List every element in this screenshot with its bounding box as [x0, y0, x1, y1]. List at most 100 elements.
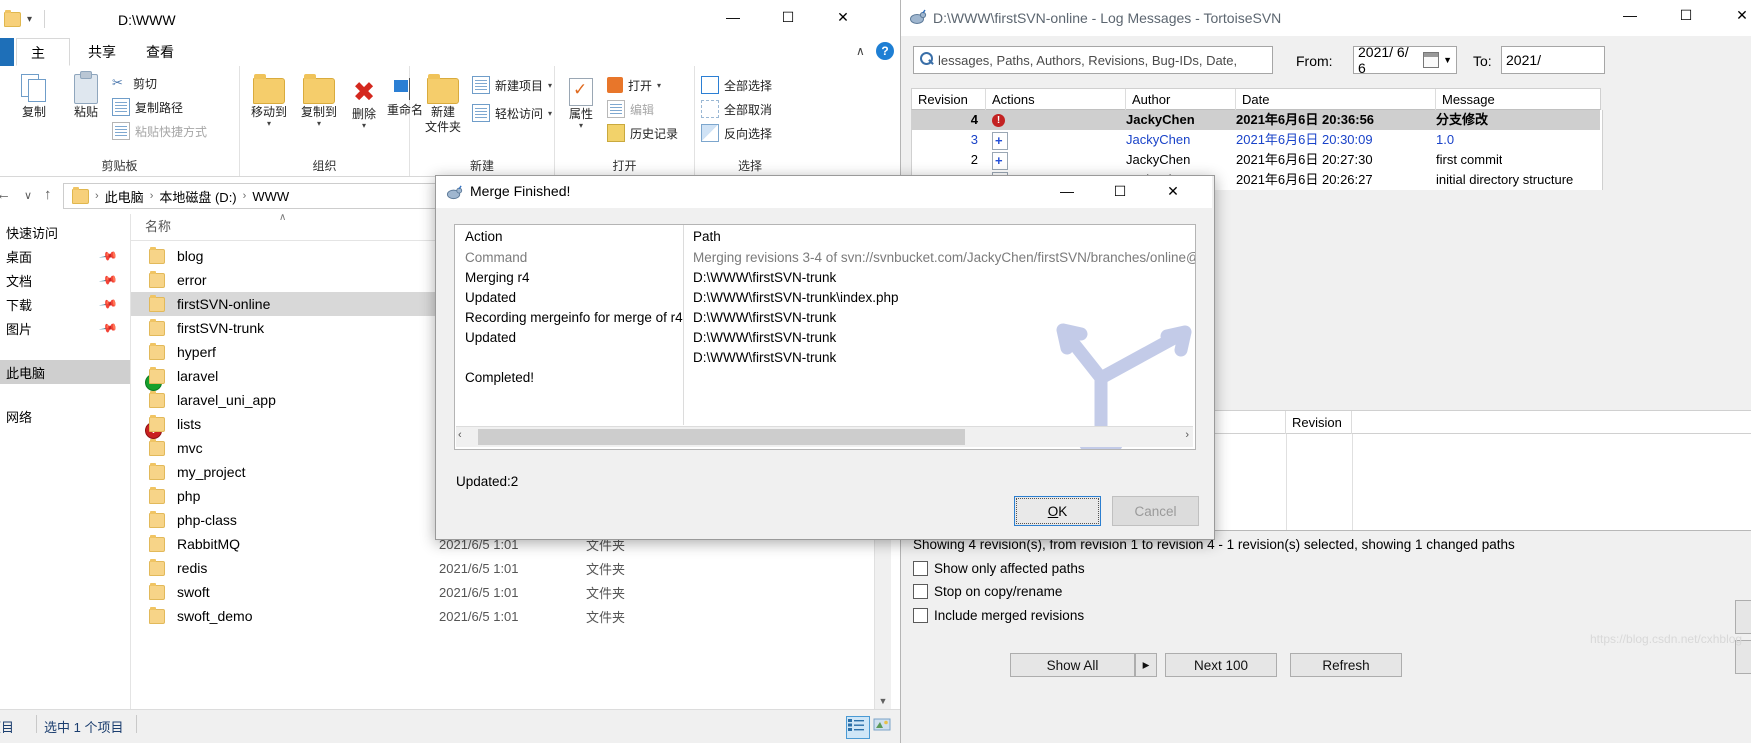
table-row[interactable]: 2 + JackyChen 2021年6月6日 20:27:30 first c…	[912, 150, 1600, 170]
column-header-date[interactable]: Date	[1236, 89, 1436, 110]
move-to-button[interactable]: 移动到 ▾	[246, 74, 292, 128]
nav-item-network[interactable]: 网络	[0, 404, 130, 428]
svn-minimize-button[interactable]: —	[1607, 0, 1653, 30]
show-all-button[interactable]: Show All	[1010, 653, 1135, 677]
column-header-cp-revision[interactable]: Revision	[1286, 411, 1352, 434]
tab-view[interactable]: 查看	[132, 38, 188, 66]
chevron-down-icon[interactable]: ▾	[267, 119, 271, 128]
help-icon[interactable]: ?	[876, 42, 894, 60]
merge-close-button[interactable]: ✕	[1150, 176, 1196, 206]
to-date-input[interactable]: 2021/	[1501, 46, 1605, 74]
from-date-input[interactable]: 2021/ 6/ 6 ▼	[1353, 44, 1457, 76]
scroll-left-icon[interactable]: ‹	[458, 429, 462, 441]
checkbox-stop-on-copy-rename[interactable]: Stop on copy/rename	[913, 584, 1062, 599]
checkbox-include-merged-revisions[interactable]: Include merged revisions	[913, 608, 1084, 623]
scroll-right-icon[interactable]: ›	[1185, 429, 1189, 441]
select-none-button[interactable]: 全部取消	[701, 98, 772, 120]
folder-icon	[149, 486, 165, 504]
paste-button[interactable]: 粘贴	[62, 71, 110, 119]
checkbox-show-only-affected-paths[interactable]: Show only affected paths	[913, 561, 1085, 576]
select-all-button[interactable]: 全部选择	[701, 74, 772, 96]
new-folder-button[interactable]: 新建 文件夹	[416, 74, 470, 134]
up-button[interactable]: ↑	[44, 186, 52, 203]
table-row[interactable]: 3 + JackyChen 2021年6月6日 20:30:09 1.0	[912, 130, 1600, 150]
table-row[interactable]: swoft 2021/6/5 1:01 文件夹	[131, 580, 891, 604]
svn-maximize-button[interactable]: ☐	[1663, 0, 1709, 30]
copy-to-button[interactable]: 复制到 ▾	[296, 74, 342, 128]
chevron-down-icon[interactable]: ▾	[362, 121, 366, 130]
breadcrumb-www[interactable]: WWW	[252, 189, 289, 204]
cancel-button[interactable]: Cancel	[1112, 496, 1199, 526]
invert-selection-button[interactable]: 反向选择	[701, 122, 772, 144]
tab-share[interactable]: 共享	[74, 38, 130, 66]
column-header-action[interactable]: Action	[465, 229, 503, 244]
explorer-maximize-button[interactable]: ☐	[765, 2, 811, 32]
chevron-down-icon[interactable]: ▾	[579, 121, 583, 130]
nav-item-quick-access[interactable]: 快速访问	[0, 220, 130, 244]
table-row[interactable]: redis 2021/6/5 1:01 文件夹	[131, 556, 891, 580]
large-icons-view-button[interactable]	[872, 716, 896, 739]
chevron-down-icon[interactable]: ▾	[27, 14, 32, 25]
chevron-down-icon[interactable]: ▾	[657, 81, 661, 90]
column-header-path[interactable]: Path	[693, 229, 721, 244]
tab-file[interactable]	[0, 38, 14, 66]
checkbox-box[interactable]	[913, 608, 928, 623]
explorer-close-button[interactable]: ✕	[820, 2, 866, 32]
history-button[interactable]: 历史记录	[607, 122, 678, 144]
merge-horizontal-scrollbar[interactable]: ‹ ›	[456, 426, 1193, 447]
merge-maximize-button[interactable]: ☐	[1097, 176, 1143, 206]
nav-item-downloads[interactable]: 下载 📌	[0, 292, 130, 316]
search-icon[interactable]	[918, 51, 936, 69]
column-header-actions[interactable]: Actions	[986, 89, 1126, 110]
new-item-button[interactable]: 新建项目 ▾	[472, 74, 552, 96]
side-button-1[interactable]	[1735, 600, 1751, 634]
cut-button[interactable]: ✂ 剪切	[112, 72, 157, 94]
scrollbar-thumb[interactable]	[478, 429, 965, 445]
merge-result-list[interactable]: Action Path Command Merging revisions 3-…	[454, 224, 1196, 450]
chevron-down-icon[interactable]: ▾	[548, 109, 552, 118]
checkbox-box[interactable]	[913, 584, 928, 599]
copy-button[interactable]: 复制	[8, 74, 60, 119]
breadcrumb-this-pc[interactable]: 此电脑	[105, 187, 144, 206]
properties-button[interactable]: ✓ 属性 ▾	[561, 78, 601, 130]
svn-close-button[interactable]: ✕	[1719, 0, 1751, 30]
edit-button[interactable]: 编辑	[607, 98, 654, 120]
nav-item-pictures[interactable]: 图片 📌	[0, 316, 130, 340]
ok-button[interactable]: OK	[1014, 496, 1101, 526]
back-button[interactable]: ←	[0, 186, 11, 203]
breadcrumb-drive-d[interactable]: 本地磁盘 (D:)	[159, 187, 236, 206]
explorer-minimize-button[interactable]: —	[710, 2, 756, 32]
merge-minimize-button[interactable]: —	[1044, 176, 1090, 206]
next-100-button[interactable]: Next 100	[1165, 653, 1277, 677]
scroll-down-icon[interactable]: ▼	[875, 693, 891, 709]
paste-shortcut-button[interactable]: 粘贴快捷方式	[112, 120, 207, 142]
column-header-name[interactable]: 名称	[145, 214, 171, 240]
collapse-ribbon-icon[interactable]: ∧	[856, 44, 865, 58]
refresh-button[interactable]: Refresh	[1290, 653, 1402, 677]
nav-item-desktop[interactable]: 桌面 📌	[0, 244, 130, 268]
nav-item-documents[interactable]: 文档 📌	[0, 268, 130, 292]
explorer-title: D:\WWW	[118, 12, 176, 28]
column-header-author[interactable]: Author	[1126, 89, 1236, 110]
copy-path-button[interactable]: 复制路径	[112, 96, 183, 118]
tab-home[interactable]: 主页	[16, 38, 70, 89]
details-view-button[interactable]	[846, 716, 870, 739]
recent-locations-button[interactable]: ∨	[24, 189, 32, 202]
table-row[interactable]: 4 ! JackyChen 2021年6月6日 20:36:56 分支修改	[912, 110, 1600, 130]
chevron-down-icon[interactable]: ▼	[1443, 55, 1452, 65]
column-header-revision[interactable]: Revision	[912, 89, 986, 110]
chevron-down-icon[interactable]: ▾	[548, 81, 552, 90]
calendar-icon[interactable]	[1423, 52, 1440, 68]
open-button[interactable]: 打开 ▾	[607, 74, 661, 96]
show-all-dropdown-button[interactable]: ▸	[1135, 653, 1157, 677]
nav-item-this-pc[interactable]: 此电脑	[0, 360, 130, 384]
checkbox-box[interactable]	[913, 561, 928, 576]
log-filter-input[interactable]: lessages, Paths, Authors, Revisions, Bug…	[913, 46, 1273, 74]
easy-access-button[interactable]: 轻松访问 ▾	[472, 102, 552, 124]
chevron-down-icon[interactable]: ▾	[317, 119, 321, 128]
delete-button[interactable]: ✖ 删除 ▾	[344, 78, 384, 130]
column-header-extra[interactable]	[1352, 411, 1751, 434]
column-header-message[interactable]: Message	[1436, 89, 1602, 110]
folder-icon	[149, 582, 165, 600]
table-row[interactable]: swoft_demo 2021/6/5 1:01 文件夹	[131, 604, 891, 628]
